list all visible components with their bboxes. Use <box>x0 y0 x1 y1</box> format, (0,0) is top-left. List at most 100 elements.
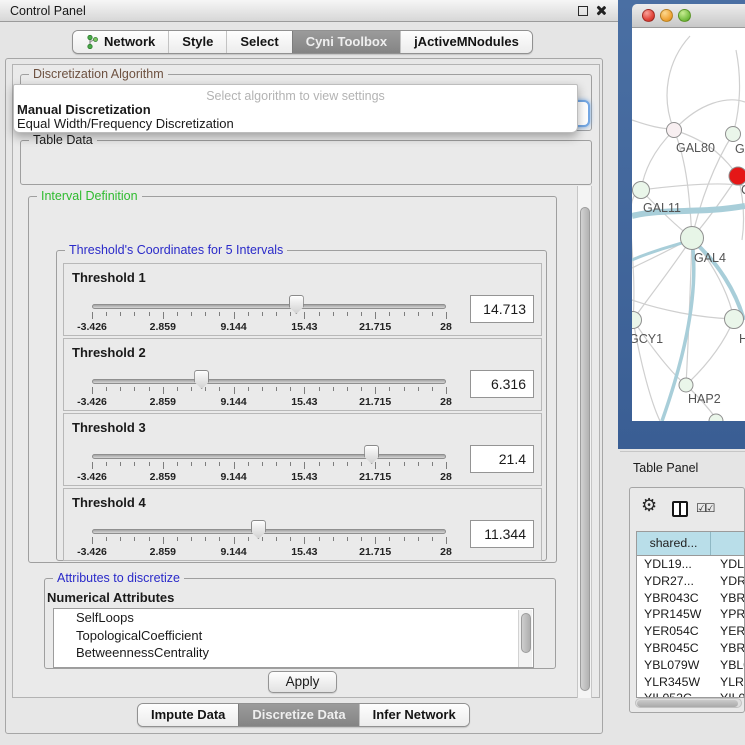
table-row[interactable]: YPR145WYPR1 <box>637 606 744 623</box>
tick-mark <box>120 462 121 466</box>
table-cell[interactable]: YLR3 <box>711 674 745 691</box>
list-item-betweennesscentrality[interactable]: BetweennessCentrality <box>54 644 533 662</box>
slider-thumb[interactable] <box>251 520 266 539</box>
node-attribute-table[interactable]: shared...na YDL19...YDL1YDR27...YDR2YBR0… <box>636 531 745 698</box>
close-button[interactable] <box>642 9 655 22</box>
float-window-icon[interactable] <box>578 6 588 16</box>
table-cell[interactable]: YPR1 <box>711 606 745 623</box>
network-node[interactable] <box>725 310 744 329</box>
list-scrollbar[interactable] <box>518 610 532 668</box>
tick-mark <box>234 387 235 394</box>
network-node[interactable] <box>632 312 642 329</box>
table-row[interactable]: YER054CYER0 <box>637 623 744 640</box>
tab-style[interactable]: Style <box>168 31 226 53</box>
network-edge[interactable] <box>686 319 734 385</box>
dropdown-option-manual-discretization[interactable]: Manual Discretization <box>14 103 577 117</box>
scrollbar-thumb[interactable] <box>521 613 531 653</box>
table-cell[interactable]: YDL19... <box>637 556 711 573</box>
threshold-value-field[interactable]: 21.4 <box>470 445 534 473</box>
table-cell[interactable]: YBR0 <box>711 640 745 657</box>
minimize-button[interactable] <box>660 9 673 22</box>
list-item-topologicalcoefficient[interactable]: TopologicalCoefficient <box>54 627 533 645</box>
slider-track[interactable] <box>92 454 446 459</box>
slider-thumb[interactable] <box>364 445 379 464</box>
network-edge[interactable] <box>667 36 690 130</box>
list-item-selfloops[interactable]: SelfLoops <box>54 609 533 627</box>
network-node[interactable] <box>681 227 704 250</box>
table-cell[interactable]: YBR0 <box>711 590 745 607</box>
table-cell[interactable]: YIL0 <box>711 690 745 698</box>
table-cell[interactable]: YBL079W <box>637 657 711 674</box>
apply-button[interactable]: Apply <box>268 671 337 693</box>
tick-mark <box>191 312 192 316</box>
column-header-na[interactable]: na <box>711 532 745 555</box>
network-node[interactable] <box>633 182 650 199</box>
zoom-button[interactable] <box>678 9 691 22</box>
table-row[interactable]: YBR043CYBR0 <box>637 590 744 607</box>
table-cell[interactable]: YDL1 <box>711 556 745 573</box>
table-cell[interactable]: YDR27... <box>637 573 711 590</box>
network-edge[interactable] <box>641 130 674 190</box>
network-window-titlebar[interactable] <box>632 4 745 28</box>
threshold-value-field[interactable]: 11.344 <box>470 520 534 548</box>
tick-mark <box>134 537 135 541</box>
table-cell[interactable]: YER0 <box>711 623 745 640</box>
table-cell[interactable]: YER054C <box>637 623 711 640</box>
threshold-value-field[interactable]: 14.713 <box>470 295 534 323</box>
tab-cyni-toolbox[interactable]: Cyni Toolbox <box>292 31 400 53</box>
tab-impute-data[interactable]: Impute Data <box>138 704 238 726</box>
slider-track[interactable] <box>92 529 446 534</box>
content-scrollbar[interactable] <box>577 186 592 698</box>
tab-jactivemnodules[interactable]: jActiveMNodules <box>400 31 532 53</box>
table-cell[interactable]: YPR145W <box>637 606 711 623</box>
close-icon[interactable] <box>595 5 606 16</box>
network-node[interactable] <box>667 123 682 138</box>
table-cell[interactable]: YBL0 <box>711 657 745 674</box>
threshold-value-field[interactable]: 6.316 <box>470 370 534 398</box>
table-row[interactable]: YBL079WYBL0 <box>637 657 744 674</box>
panel-title: Control Panel <box>10 4 86 18</box>
scrollbar-thumb[interactable] <box>580 207 590 691</box>
tick-mark <box>418 537 419 541</box>
slider-track[interactable] <box>92 304 446 309</box>
table-cell[interactable]: YIL052C <box>637 690 711 698</box>
threshold-label: Threshold 2 <box>72 345 146 360</box>
tick-label: 15.43 <box>291 471 317 483</box>
numerical-attributes-list[interactable]: SelfLoopsTopologicalCoefficientBetweenne… <box>53 608 534 668</box>
table-cell[interactable]: YLR345W <box>637 674 711 691</box>
tick-mark <box>375 312 376 319</box>
gear-icon[interactable]: ⚙ <box>641 496 657 516</box>
table-row[interactable]: YDR27...YDR2 <box>637 573 744 590</box>
tab-select[interactable]: Select <box>226 31 291 53</box>
network-edge[interactable] <box>674 100 745 130</box>
table-row[interactable]: YIL052CYIL0 <box>637 690 744 698</box>
network-node[interactable] <box>726 127 741 142</box>
table-horizontal-scrollbar[interactable] <box>635 698 742 708</box>
tab-discretize-data[interactable]: Discretize Data <box>238 704 358 726</box>
node-label-gal80: GAL80 <box>676 141 715 155</box>
tick-mark <box>205 537 206 541</box>
slider-thumb[interactable] <box>194 370 209 389</box>
table-cell[interactable]: YDR2 <box>711 573 745 590</box>
network-node[interactable] <box>709 414 723 421</box>
table-cell[interactable]: YBR043C <box>637 590 711 607</box>
tab-infer-network[interactable]: Infer Network <box>359 704 469 726</box>
network-node[interactable] <box>679 378 693 392</box>
tick-mark <box>191 387 192 391</box>
network-canvas[interactable]: GAL80GACGAL11GAL4GCY1HHAP2 <box>632 28 745 421</box>
column-header-shared[interactable]: shared... <box>637 532 711 555</box>
split-columns-icon[interactable] <box>672 501 688 517</box>
network-edge[interactable] <box>632 300 734 319</box>
table-row[interactable]: YLR345WYLR3 <box>637 674 744 691</box>
tick-mark <box>149 462 150 466</box>
slider-track[interactable] <box>92 379 446 384</box>
scrollbar-thumb[interactable] <box>637 700 738 707</box>
dropdown-option-equal-width-frequency-discretization[interactable]: Equal Width/Frequency Discretization <box>14 117 577 131</box>
tab-network[interactable]: Network <box>73 31 168 53</box>
column-checkboxes-icon[interactable]: ☑☑ <box>696 501 714 515</box>
table-row[interactable]: YDL19...YDL1 <box>637 556 744 573</box>
tick-mark <box>347 387 348 391</box>
network-edge[interactable] <box>733 50 740 134</box>
table-cell[interactable]: YBR045C <box>637 640 711 657</box>
table-row[interactable]: YBR045CYBR0 <box>637 640 744 657</box>
